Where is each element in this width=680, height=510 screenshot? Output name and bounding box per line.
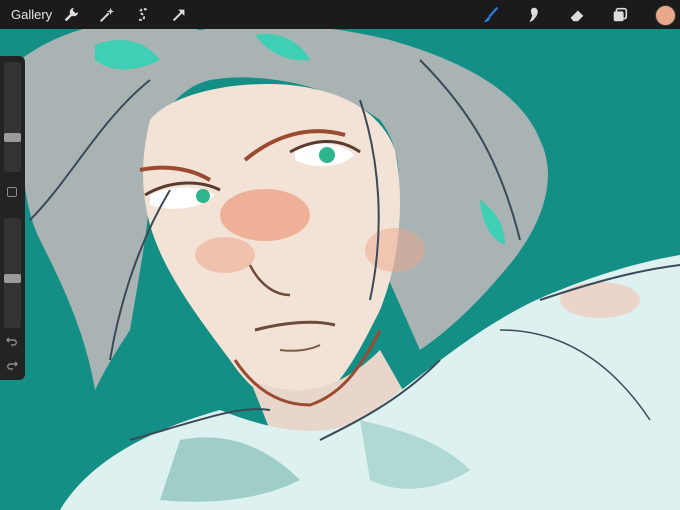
selection-s-icon[interactable] xyxy=(132,4,154,26)
modify-square-icon[interactable] xyxy=(7,187,17,197)
drawing-canvas[interactable] xyxy=(0,0,680,510)
blush-mark xyxy=(195,237,255,273)
arrow-transform-icon[interactable] xyxy=(168,4,190,26)
blush-mark xyxy=(365,228,425,272)
brush-size-slider[interactable] xyxy=(4,62,21,172)
brush-icon[interactable] xyxy=(480,4,502,26)
layers-icon[interactable] xyxy=(609,4,631,26)
left-sidebar xyxy=(0,56,25,380)
brush-size-thumb[interactable] xyxy=(4,133,21,142)
eraser-icon[interactable] xyxy=(566,4,588,26)
blush-mark xyxy=(220,189,310,241)
smudge-icon[interactable] xyxy=(523,4,545,26)
shirt-blush xyxy=(560,282,640,318)
wrench-icon[interactable] xyxy=(60,4,82,26)
top-toolbar: Gallery xyxy=(0,0,680,29)
opacity-thumb[interactable] xyxy=(4,274,21,283)
undo-icon[interactable] xyxy=(5,334,19,348)
iris-mark xyxy=(319,147,335,163)
magic-wand-icon[interactable] xyxy=(96,4,118,26)
gallery-button[interactable]: Gallery xyxy=(11,7,52,22)
color-swatch-button[interactable] xyxy=(655,5,676,26)
face-shape xyxy=(143,84,400,408)
opacity-slider[interactable] xyxy=(4,218,21,328)
redo-icon[interactable] xyxy=(5,358,19,372)
iris-mark xyxy=(196,189,210,203)
